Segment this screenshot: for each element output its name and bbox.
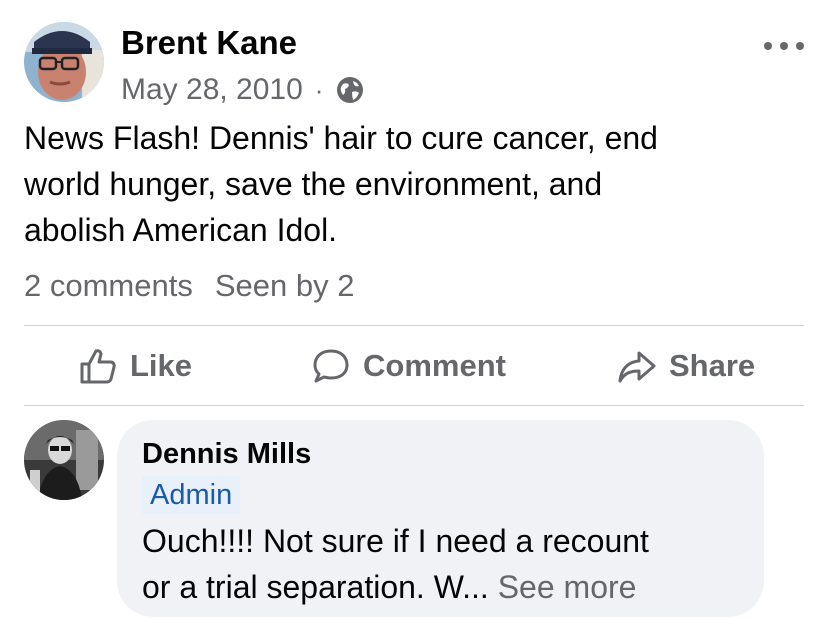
meta-separator: · (314, 74, 324, 105)
comment-bubble: Dennis Mills Admin Ouch!!!! Not sure if … (117, 420, 764, 617)
see-more-link[interactable]: See more (498, 569, 637, 605)
comment-text-line: or a trial separation. W... See more (142, 564, 649, 610)
commenter-name[interactable]: Dennis Mills (142, 438, 311, 471)
comment-text-line: Ouch!!!! Not sure if I need a recount (142, 523, 649, 559)
commenter-avatar[interactable] (24, 420, 104, 500)
more-options-icon[interactable] (764, 38, 804, 54)
share-button[interactable]: Share (617, 326, 755, 405)
post-body-line: News Flash! Dennis' hair to cure cancer,… (24, 120, 658, 156)
comment-button[interactable]: Comment (311, 326, 506, 405)
post-meta: May 28, 2010 · (121, 72, 365, 108)
seen-by[interactable]: Seen by 2 (215, 268, 355, 303)
post-body-line: abolish American Idol. (24, 212, 338, 248)
share-arrow-icon (618, 351, 656, 382)
post-body: News Flash! Dennis' hair to cure cancer,… (24, 115, 804, 253)
divider (24, 405, 804, 406)
post-body-line: world hunger, save the environment, and (24, 166, 603, 202)
author-name[interactable]: Brent Kane (121, 24, 297, 62)
action-bar: Like Comment Share (24, 326, 804, 405)
author-avatar[interactable] (24, 22, 104, 102)
comments-count[interactable]: 2 comments (24, 268, 193, 303)
post-date[interactable]: May 28, 2010 (121, 73, 303, 107)
globe-icon (335, 75, 365, 105)
comment-text: Ouch!!!! Not sure if I need a recount or… (142, 518, 649, 610)
share-label: Share (669, 347, 756, 383)
comment-label: Comment (363, 347, 506, 383)
admin-badge: Admin (142, 476, 241, 514)
like-button[interactable]: Like (78, 326, 192, 405)
post-header: Brent Kane May 28, 2010 · (24, 20, 804, 110)
like-label: Like (130, 347, 193, 383)
speech-bubble-icon (313, 349, 349, 382)
comment-text-truncated: or a trial separation. W... (142, 569, 489, 605)
post-stats: 2 comments Seen by 2 (24, 268, 354, 304)
thumbs-up-icon (80, 348, 116, 383)
